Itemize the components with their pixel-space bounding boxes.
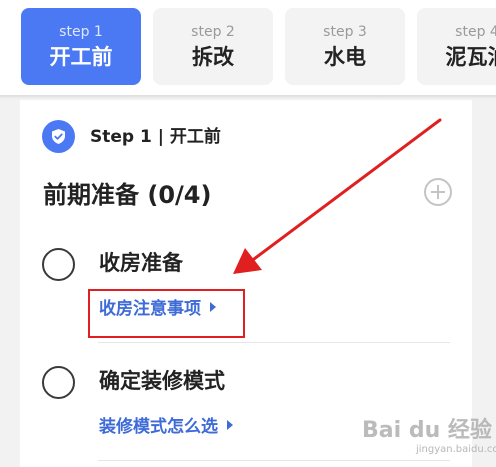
- watermark-text: Bai du 经验: [362, 418, 492, 443]
- app-page: step 1 开工前 step 2 拆改 step 3 水电 step 4 泥瓦…: [0, 0, 496, 467]
- watermark-url: jingyan.baidu.com: [416, 444, 496, 455]
- watermark: Bai du 经验 jingyan.baidu.com: [346, 410, 496, 460]
- annotation-arrow-icon: [233, 118, 442, 274]
